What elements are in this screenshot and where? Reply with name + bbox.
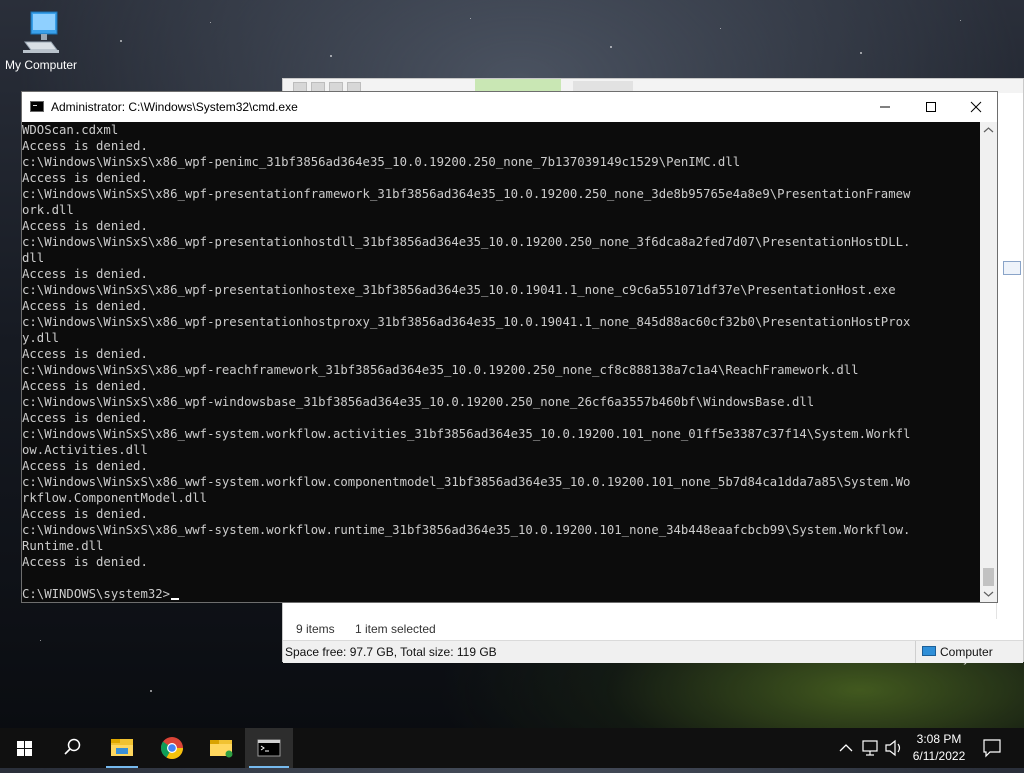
search-icon [64, 738, 81, 755]
taskbar-file-explorer[interactable] [98, 728, 146, 768]
console-line: Access is denied. [22, 219, 148, 233]
cmd-window[interactable]: Administrator: C:\Windows\System32\cmd.e… [21, 91, 998, 603]
taskbar-folder[interactable] [197, 728, 245, 768]
location-zone: Computer [915, 641, 1024, 663]
clock-time: 3:08 PM [916, 732, 962, 746]
console-output[interactable]: WDOScan.cdxml Access is denied. c:\Windo… [22, 122, 982, 602]
minimize-button[interactable] [862, 92, 908, 122]
scroll-up-button[interactable] [980, 122, 997, 139]
star [610, 46, 612, 48]
network-icon [862, 740, 878, 756]
star [120, 40, 122, 42]
chevron-up-icon [839, 744, 853, 752]
console-line: Access is denied. [22, 171, 148, 185]
console-line: Access is denied. [22, 139, 148, 153]
command-prompt: C:\WINDOWS\system32> [22, 587, 171, 601]
action-center-button[interactable] [978, 728, 1006, 768]
cmd-icon [257, 739, 281, 757]
space-free-text: Space free: 97.7 GB, Total size: 119 GB [285, 645, 497, 659]
console-line: Access is denied. [22, 459, 148, 473]
volume-button[interactable] [883, 728, 905, 768]
system-clock[interactable]: 3:08 PM 6/11/2022 [905, 731, 973, 765]
console-line: ork.dll [22, 203, 74, 217]
cmd-title-bar[interactable]: Administrator: C:\Windows\System32\cmd.e… [22, 92, 997, 122]
scrollbar-thumb[interactable] [983, 568, 994, 586]
console-line: c:\Windows\WinSxS\x86_wpf-penimc_31bf385… [22, 155, 741, 169]
star [960, 20, 961, 21]
console-line: c:\Windows\WinSxS\x86_wpf-presentationho… [22, 235, 911, 249]
star [330, 55, 332, 57]
console-line: c:\Windows\WinSxS\x86_wpf-windowsbase_31… [22, 395, 815, 409]
star [210, 22, 211, 23]
taskbar: 3:08 PM 6/11/2022 [0, 728, 1024, 768]
close-button[interactable] [953, 92, 999, 122]
file-explorer-icon [111, 739, 133, 756]
maximize-button[interactable] [908, 92, 954, 122]
start-icon [17, 741, 32, 756]
selection-count: 1 item selected [355, 622, 436, 636]
chrome-icon [160, 737, 183, 759]
star [720, 28, 721, 29]
desktop-icon-my-computer[interactable]: My Computer [4, 10, 78, 72]
chevron-down-icon [983, 591, 994, 597]
computer-icon [922, 646, 936, 656]
star [150, 690, 152, 692]
folder-icon [210, 740, 233, 758]
maximize-icon [926, 102, 936, 112]
console-line: c:\Windows\WinSxS\x86_wwf-system.workflo… [22, 523, 911, 537]
console-line: c:\Windows\WinSxS\x86_wpf-presentationho… [22, 315, 911, 329]
console-line: c:\Windows\WinSxS\x86_wpf-presentationfr… [22, 187, 911, 201]
search-button[interactable] [48, 728, 96, 768]
chevron-up-icon [983, 127, 994, 133]
console-line: ow.Activities.dll [22, 443, 148, 457]
scroll-down-button[interactable] [980, 585, 997, 602]
console-line: Access is denied. [22, 347, 148, 361]
computer-icon [21, 10, 61, 56]
explorer-status-bar: 9 items 1 item selected [283, 617, 1023, 641]
close-icon [970, 101, 982, 113]
notification-icon [983, 739, 1001, 758]
star [860, 52, 862, 54]
console-line: Access is denied. [22, 555, 148, 569]
star [40, 640, 41, 641]
console-line: c:\Windows\WinSxS\x86_wwf-system.workflo… [22, 427, 911, 441]
window-title: Administrator: C:\Windows\System32\cmd.e… [51, 100, 298, 114]
show-hidden-icons-button[interactable] [836, 728, 856, 768]
console-line: c:\Windows\WinSxS\x86_wwf-system.workflo… [22, 475, 911, 489]
drive-details-bar: Space free: 97.7 GB, Total size: 119 GB … [283, 640, 1023, 663]
console-line: WDOScan.cdxml [22, 123, 119, 137]
ribbon-tab[interactable] [573, 81, 633, 91]
clock-date: 6/11/2022 [912, 749, 966, 763]
speaker-icon [885, 739, 901, 757]
cmd-app-icon[interactable] [30, 101, 44, 112]
vertical-scrollbar[interactable] [980, 122, 997, 602]
taskbar-cmd[interactable] [245, 728, 293, 768]
minimize-icon [880, 106, 890, 108]
console-line: y.dll [22, 331, 60, 345]
explorer-right-panel [996, 139, 1023, 619]
desktop-icon-label: My Computer [4, 58, 78, 72]
console-line: Access is denied. [22, 411, 148, 425]
console-line: dll [22, 251, 45, 265]
view-toggle-icon[interactable] [1003, 261, 1021, 275]
console-line: Access is denied. [22, 299, 148, 313]
star [470, 18, 471, 19]
console-line: Access is denied. [22, 267, 148, 281]
item-count: 9 items [296, 622, 335, 636]
console-line: Runtime.dll [22, 539, 104, 553]
prompt-line[interactable]: C:\WINDOWS\system32> [22, 586, 982, 602]
text-cursor [171, 598, 180, 600]
console-line: c:\Windows\WinSxS\x86_wpf-reachframework… [22, 363, 859, 377]
console-line: Access is denied. [22, 507, 148, 521]
taskbar-chrome[interactable] [148, 728, 196, 768]
location-label: Computer [940, 645, 993, 659]
start-button[interactable] [0, 728, 48, 768]
console-line: c:\Windows\WinSxS\x86_wpf-presentationho… [22, 283, 896, 297]
console-line: Access is denied. [22, 379, 148, 393]
console-line: rkflow.ComponentModel.dll [22, 491, 208, 505]
network-button[interactable] [860, 728, 882, 768]
